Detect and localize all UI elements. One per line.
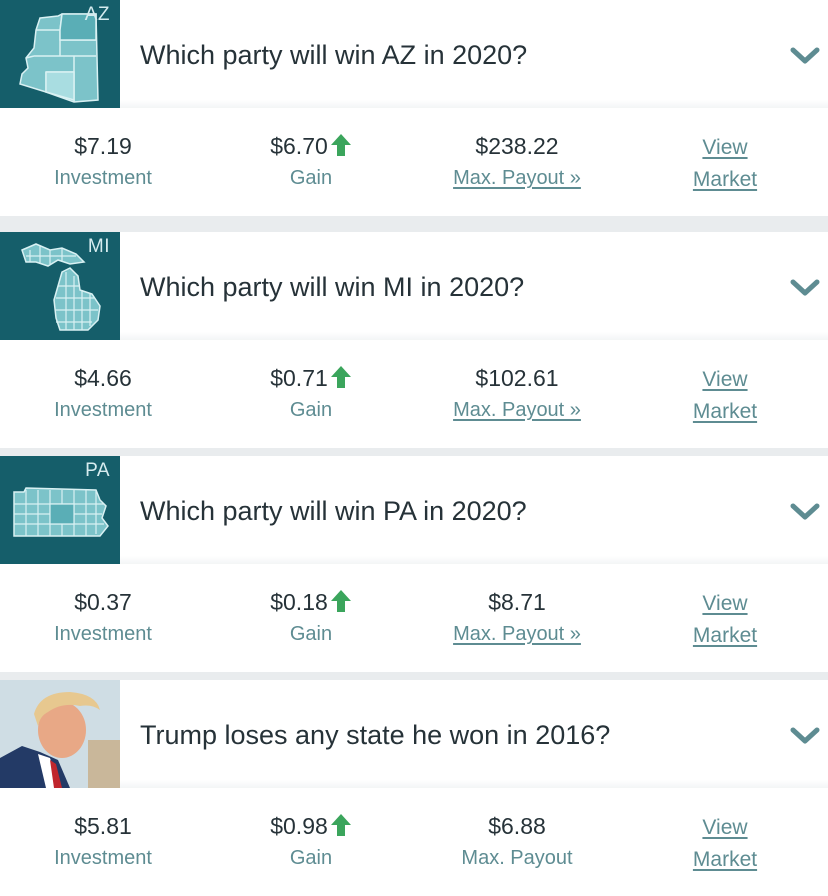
market-header[interactable]: AZ Which party will win AZ in 2020? <box>0 0 828 108</box>
payout-stat: $6.88 Max. Payout <box>432 812 602 870</box>
gain-label: Gain <box>289 847 333 869</box>
gain-stat: $6.70 Gain <box>236 132 386 190</box>
state-map-az-thumbnail: AZ <box>0 0 120 108</box>
market-question-title[interactable]: Which party will win MI in 2020? <box>140 272 524 303</box>
market-question-title[interactable]: Which party will win AZ in 2020? <box>140 40 527 71</box>
gain-stat: $0.98 Gain <box>236 812 386 870</box>
investment-stat: $5.81 Investment <box>28 812 178 870</box>
max-payout-label: Max. Payout <box>461 847 573 869</box>
arrow-up-icon <box>330 590 351 612</box>
investment-stat: $4.66 Investment <box>28 364 178 422</box>
gain-row: $0.71 <box>236 364 386 392</box>
gain-value: $6.70 <box>270 133 328 159</box>
market-header[interactable]: MI Which party will win MI in 2020? <box>0 232 828 340</box>
payout-stat: $238.22 Max. Payout » <box>432 132 602 190</box>
investment-stat: $0.37 Investment <box>28 588 178 646</box>
payout-stat: $8.71 Max. Payout » <box>432 588 602 646</box>
view-market-label-line2[interactable]: Market <box>680 844 770 876</box>
arrow-up-icon <box>330 134 351 156</box>
view-market-label-line1[interactable]: View <box>680 132 770 164</box>
arrow-up-icon <box>330 366 351 388</box>
person-photo-thumbnail <box>0 680 120 788</box>
gain-value: $0.18 <box>270 589 328 615</box>
gain-value: $0.98 <box>270 813 328 839</box>
market-card-az: AZ Which party will win AZ in 2020? $7.1… <box>0 0 828 216</box>
gain-label: Gain <box>289 623 333 645</box>
gain-row: $6.70 <box>236 132 386 160</box>
investment-value: $5.81 <box>74 813 132 839</box>
gain-row: $0.18 <box>236 588 386 616</box>
gain-label: Gain <box>289 167 333 189</box>
view-market-label-line2[interactable]: Market <box>680 396 770 428</box>
market-stats: $0.37 Investment $0.18 Gain $8.71 Max. P… <box>0 564 828 672</box>
view-market-link[interactable]: View Market <box>680 812 770 876</box>
market-stats: $5.81 Investment $0.98 Gain $6.88 Max. P… <box>0 788 828 896</box>
view-market-label-line1[interactable]: View <box>680 364 770 396</box>
market-stats: $4.66 Investment $0.71 Gain $102.61 Max.… <box>0 340 828 448</box>
state-map-pa-thumbnail: PA <box>0 456 120 564</box>
max-payout-link[interactable]: Max. Payout » <box>432 623 602 646</box>
market-header[interactable]: Trump loses any state he won in 2016? <box>0 680 828 788</box>
market-question-title[interactable]: Which party will win PA in 2020? <box>140 496 527 527</box>
view-market-label-line2[interactable]: Market <box>680 164 770 196</box>
investment-value: $7.19 <box>74 133 132 159</box>
chevron-down-icon[interactable] <box>790 726 820 746</box>
state-map-mi-thumbnail: MI <box>0 232 120 340</box>
market-card-pa: PA Which party will win PA in 2020? $0.3… <box>0 456 828 672</box>
investment-stat: $7.19 Investment <box>28 132 178 190</box>
arrow-up-icon <box>330 814 351 836</box>
state-code-label: AZ <box>84 4 110 25</box>
market-stats: $7.19 Investment $6.70 Gain $238.22 Max.… <box>0 108 828 216</box>
state-code-label: MI <box>87 236 110 257</box>
view-market-link[interactable]: View Market <box>680 132 770 196</box>
max-payout-value: $102.61 <box>475 365 559 391</box>
view-market-label-line1[interactable]: View <box>680 812 770 844</box>
view-market-label-line1[interactable]: View <box>680 588 770 620</box>
investment-label: Investment <box>54 623 152 645</box>
investment-value: $0.37 <box>74 589 132 615</box>
chevron-down-icon[interactable] <box>790 46 820 66</box>
gain-stat: $0.18 Gain <box>236 588 386 646</box>
gain-row: $0.98 <box>236 812 386 840</box>
max-payout-value: $6.88 <box>488 813 546 839</box>
market-card-mi: MI Which party will win MI in 2020? $4.6… <box>0 232 828 448</box>
payout-stat: $102.61 Max. Payout » <box>432 364 602 422</box>
state-code-label: PA <box>85 460 110 481</box>
investment-label: Investment <box>54 167 152 189</box>
gain-value: $0.71 <box>270 365 328 391</box>
chevron-down-icon[interactable] <box>790 502 820 522</box>
view-market-link[interactable]: View Market <box>680 364 770 428</box>
view-market-label-line2[interactable]: Market <box>680 620 770 652</box>
chevron-down-icon[interactable] <box>790 278 820 298</box>
max-payout-link[interactable]: Max. Payout » <box>432 399 602 422</box>
market-question-title[interactable]: Trump loses any state he won in 2016? <box>140 720 610 751</box>
gain-stat: $0.71 Gain <box>236 364 386 422</box>
market-card-trump: Trump loses any state he won in 2016? $5… <box>0 680 828 896</box>
investment-label: Investment <box>54 399 152 421</box>
max-payout-value: $8.71 <box>488 589 546 615</box>
investment-label: Investment <box>54 847 152 869</box>
view-market-link[interactable]: View Market <box>680 588 770 652</box>
investment-value: $4.66 <box>74 365 132 391</box>
max-payout-value: $238.22 <box>475 133 559 159</box>
max-payout-link[interactable]: Max. Payout » <box>432 167 602 190</box>
gain-label: Gain <box>289 399 333 421</box>
market-header[interactable]: PA Which party will win PA in 2020? <box>0 456 828 564</box>
